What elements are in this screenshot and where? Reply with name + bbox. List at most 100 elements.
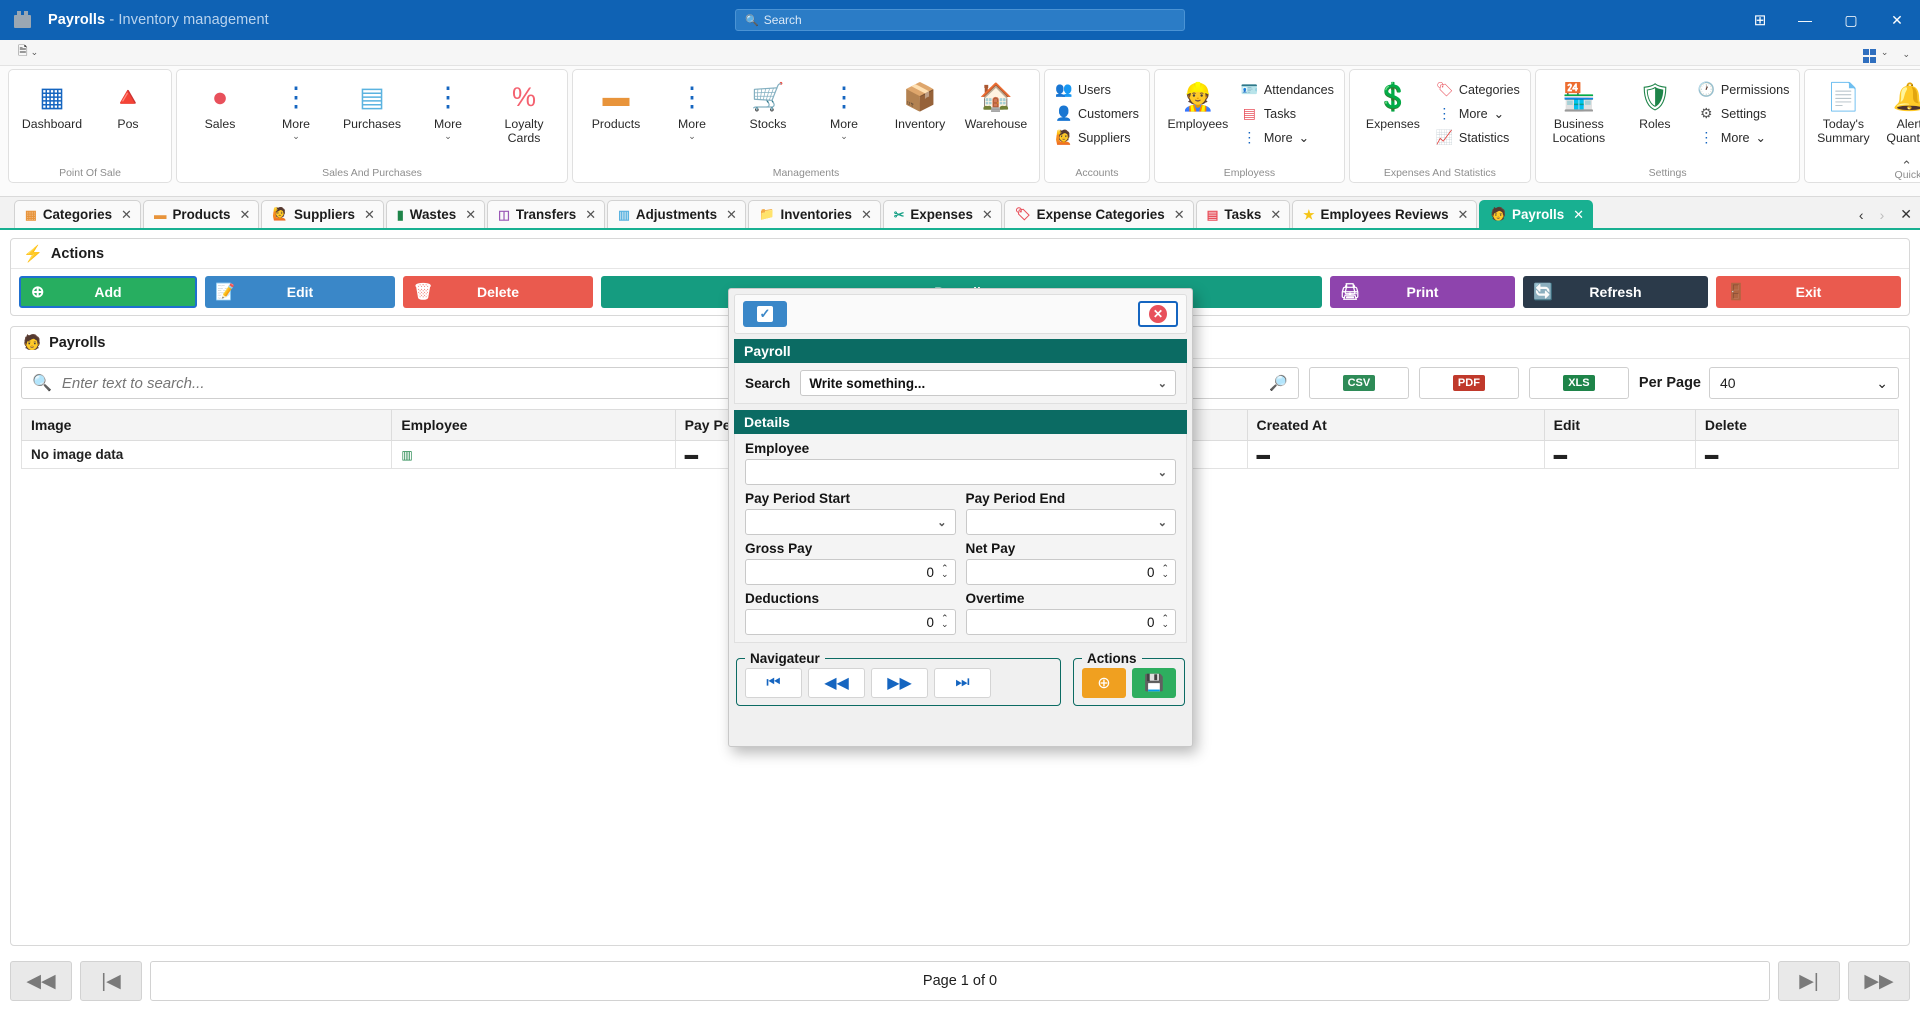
delete-button[interactable]: 🗑 Delete — [403, 276, 593, 308]
tab-inventories[interactable]: 📁 Inventories ✕ — [747, 200, 881, 228]
chevron-down-icon[interactable]: ⌄ — [1902, 49, 1910, 59]
ribbon-item-customers[interactable]: 👤 Customers — [1051, 104, 1143, 123]
net-pay-input[interactable]: 0 ⌃ ⌄ — [965, 559, 1176, 585]
nav-first-button[interactable]: ⏮ — [745, 668, 802, 698]
tab-categories[interactable]: ▦ Categories ✕ — [14, 200, 141, 228]
minimize-button[interactable]: — — [1782, 0, 1828, 40]
tab-adjustments[interactable]: ▥ Adjustments ✕ — [607, 200, 746, 228]
ribbon-button-purchases[interactable]: ▤ Purchases — [335, 74, 409, 132]
tab-close-icon[interactable]: ✕ — [585, 207, 596, 223]
tab-close-icon[interactable]: ✕ — [861, 207, 872, 223]
quick-access-left[interactable]: 🗎 ⌄ — [18, 42, 38, 63]
ribbon-collapse-icon[interactable]: ⌃ — [1901, 158, 1912, 174]
export-excel-button[interactable]: XLS — [1528, 367, 1629, 399]
nav-prev-button[interactable]: ◀◀ — [808, 668, 865, 698]
deductions-input[interactable]: 0 ⌃ ⌄ — [745, 609, 956, 635]
ribbon-button-alert-quantity[interactable]: 🔔 Alert Quantity — [1877, 74, 1920, 146]
tab-tasks[interactable]: ▤ Tasks ✕ — [1195, 200, 1291, 228]
tab-wastes[interactable]: ▮ Wastes ✕ — [385, 200, 486, 228]
spinner-icon[interactable]: ⌃ ⌄ — [941, 564, 949, 579]
save-record-button[interactable]: 💾 — [1132, 668, 1176, 698]
ribbon-button-pos[interactable]: 🔺 Pos — [91, 74, 165, 132]
pay-period-end-combo[interactable]: ⌄ — [965, 509, 1176, 535]
modal-search-combo[interactable]: Write something... ⌄ — [800, 370, 1176, 396]
add-record-button[interactable]: ⊕ — [1082, 668, 1126, 698]
modal-close-button[interactable]: ✕ — [1138, 301, 1178, 327]
tab-prev-button[interactable]: ‹ — [1859, 207, 1864, 223]
ribbon-item-suppliers[interactable]: 🙋 Suppliers — [1051, 128, 1143, 147]
ribbon-button-loyalty-cards[interactable]: % Loyalty Cards — [487, 74, 561, 146]
exit-button[interactable]: 🚪 Exit — [1716, 276, 1901, 308]
grid-view-button[interactable]: ⌄ — [1862, 42, 1889, 63]
tab-products[interactable]: ▬ Products ✕ — [142, 200, 260, 228]
layout-view-button[interactable]: ⌄ — [1902, 44, 1910, 62]
chevron-down-icon[interactable]: ⌄ — [1494, 106, 1505, 121]
ribbon-button-today-s-summary[interactable]: 📄 Today's Summary — [1811, 74, 1875, 146]
ribbon-item-attendances[interactable]: 🪪 Attendances — [1237, 80, 1338, 99]
tab-close-icon[interactable]: ✕ — [1458, 207, 1469, 223]
chevron-down-icon[interactable]: ⌄ — [1756, 130, 1767, 145]
tab-payrolls[interactable]: 🧑 Payrolls ✕ — [1479, 200, 1594, 228]
ribbon-item-more[interactable]: ⋮ More ⌄ — [1694, 128, 1794, 147]
employee-combo[interactable]: ⌄ — [745, 459, 1176, 485]
spinner-icon[interactable]: ⌃ ⌄ — [941, 614, 949, 629]
pay-period-start-combo[interactable]: ⌄ — [745, 509, 956, 535]
chevron-down-icon[interactable]: ⌄ — [1299, 130, 1310, 145]
spinner-icon[interactable]: ⌃ ⌄ — [1161, 564, 1169, 579]
document-icon[interactable]: 🗎 — [18, 42, 28, 63]
ribbon-item-permissions[interactable]: 🕐 Permissions — [1694, 80, 1794, 99]
chevron-down-icon[interactable]: ⌄ — [31, 47, 39, 58]
tab-expense-categories[interactable]: 🏷 Expense Categories ✕ — [1003, 200, 1194, 228]
column-header-employee[interactable]: Employee — [391, 409, 676, 441]
tab-close-icon[interactable]: ✕ — [982, 207, 993, 223]
ribbon-button-more[interactable]: ⋮ More ⌄ — [411, 74, 485, 141]
gross-pay-input[interactable]: 0 ⌃ ⌄ — [745, 559, 956, 585]
ribbon-item-tasks[interactable]: ▤ Tasks — [1237, 104, 1338, 123]
ribbon-button-expenses[interactable]: 💲 Expenses — [1356, 74, 1430, 132]
export-csv-button[interactable]: CSV — [1308, 367, 1409, 399]
chevron-down-icon[interactable]: ⌄ — [840, 131, 848, 141]
tab-close-all-button[interactable]: ✕ — [1900, 206, 1912, 223]
export-pdf-button[interactable]: PDF — [1418, 367, 1519, 399]
ribbon-item-users[interactable]: 👥 Users — [1051, 80, 1143, 99]
last-page-button[interactable]: ▶▶ — [1848, 961, 1910, 1001]
tab-close-icon[interactable]: ✕ — [121, 207, 132, 223]
ribbon-button-more[interactable]: ⋮ More ⌄ — [655, 74, 729, 141]
ribbon-button-warehouse[interactable]: 🏠 Warehouse — [959, 74, 1033, 132]
ribbon-button-stocks[interactable]: 🛒 Stocks — [731, 74, 805, 132]
ribbon-item-more[interactable]: ⋮ More ⌄ — [1432, 104, 1524, 123]
tab-expenses[interactable]: ✂ Expenses ✕ — [882, 200, 1002, 228]
column-header-created-at[interactable]: Created At — [1246, 409, 1545, 441]
global-search-box[interactable]: 🔍 Search — [735, 9, 1185, 31]
first-page-button[interactable]: ◀◀ — [10, 961, 72, 1001]
tab-close-icon[interactable]: ✕ — [364, 207, 375, 223]
add-button[interactable]: ⊕ Add — [19, 276, 197, 308]
tab-suppliers[interactable]: 🙋 Suppliers ✕ — [261, 200, 384, 228]
nav-last-button[interactable]: ⏭ — [934, 668, 991, 698]
ribbon-item-more[interactable]: ⋮ More ⌄ — [1237, 128, 1338, 147]
prev-page-button[interactable]: |◀ — [80, 961, 142, 1001]
refresh-button[interactable]: 🔄 Refresh — [1523, 276, 1708, 308]
ribbon-button-sales[interactable]: ● Sales — [183, 74, 257, 132]
nav-next-button[interactable]: ▶▶ — [871, 668, 928, 698]
ribbon-button-products[interactable]: ▬ Products — [579, 74, 653, 132]
panel-toggle-icon[interactable]: ⊞ — [1738, 0, 1782, 40]
edit-button[interactable]: 📝 Edit — [205, 276, 395, 308]
ribbon-button-inventory[interactable]: 📦 Inventory — [883, 74, 957, 132]
tab-employees-reviews[interactable]: ★ Employees Reviews ✕ — [1292, 200, 1478, 228]
tab-close-icon[interactable]: ✕ — [726, 207, 737, 223]
chevron-down-icon[interactable]: ⌄ — [1881, 47, 1889, 57]
chevron-down-icon[interactable]: ⌄ — [292, 131, 300, 141]
next-page-button[interactable]: ▶| — [1778, 961, 1840, 1001]
overtime-input[interactable]: 0 ⌃ ⌄ — [965, 609, 1176, 635]
ribbon-button-roles[interactable]: 🛡 Roles — [1618, 74, 1692, 132]
print-button[interactable]: 🖨 Print — [1330, 276, 1515, 308]
spinner-icon[interactable]: ⌃ ⌄ — [1161, 614, 1169, 629]
ribbon-button-business-locations[interactable]: 🏪 Business Locations — [1542, 74, 1616, 146]
ribbon-button-more[interactable]: ⋮ More ⌄ — [807, 74, 881, 141]
tab-transfers[interactable]: ◫ Transfers ✕ — [487, 200, 606, 228]
tab-close-icon[interactable]: ✕ — [1573, 207, 1584, 223]
maximize-button[interactable]: ▢ — [1828, 0, 1874, 40]
column-header-edit[interactable]: Edit — [1543, 409, 1696, 441]
ribbon-button-employees[interactable]: 👷 Employees — [1161, 74, 1235, 132]
